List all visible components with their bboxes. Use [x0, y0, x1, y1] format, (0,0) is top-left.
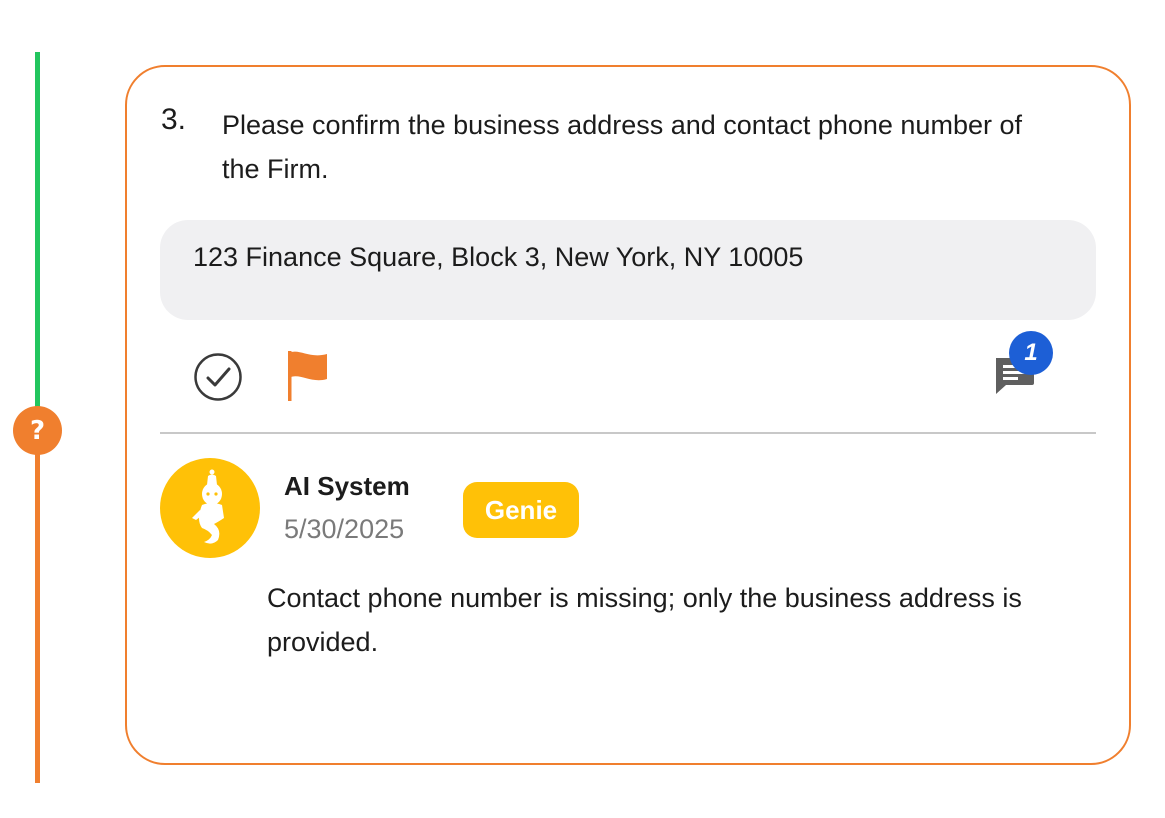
comment-count-badge: 1: [1009, 331, 1053, 375]
answer-field[interactable]: 123 Finance Square, Block 3, New York, N…: [160, 220, 1096, 320]
review-item: ? 3. Please confirm the business address…: [0, 0, 1165, 818]
status-symbol: ?: [29, 415, 46, 446]
comment-date: 5/30/2025: [284, 514, 405, 544]
question-number: 3.: [161, 103, 187, 136]
timeline-line-complete: [35, 52, 40, 408]
genie-icon: [160, 458, 260, 558]
comment-author: AI System: [284, 471, 410, 501]
flag-icon[interactable]: [285, 349, 331, 403]
check-circle-icon[interactable]: [193, 352, 243, 402]
comment-body: Contact phone number is missing; only th…: [267, 583, 1022, 657]
genie-badge: Genie: [463, 482, 579, 538]
question-text: Please confirm the business address and …: [222, 110, 1022, 184]
question-icon: ?: [13, 406, 62, 455]
question-card: 3. Please confirm the business address a…: [125, 65, 1131, 765]
answer-value: 123 Finance Square, Block 3, New York, N…: [193, 242, 804, 272]
divider: [160, 432, 1096, 434]
timeline-line-pending: [35, 450, 40, 783]
